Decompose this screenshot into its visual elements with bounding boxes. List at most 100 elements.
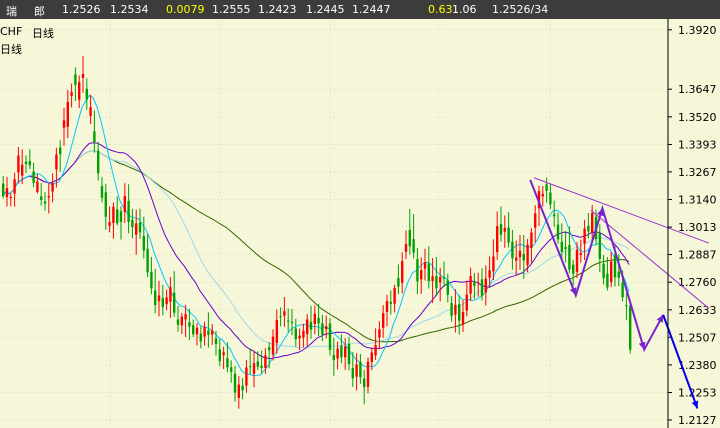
candle-body bbox=[382, 313, 385, 328]
candle-body bbox=[279, 316, 282, 318]
candle-body bbox=[503, 228, 506, 232]
candle-body bbox=[313, 313, 316, 324]
header-market_b: 郎 bbox=[34, 5, 45, 18]
candle-body bbox=[211, 330, 214, 335]
candle-body bbox=[154, 290, 157, 306]
candle-body bbox=[123, 196, 126, 212]
candle-body bbox=[408, 229, 411, 247]
candle-body bbox=[515, 257, 518, 261]
candle-body bbox=[81, 73, 85, 78]
y-tick-label: 1.3647 bbox=[678, 83, 717, 96]
y-tick-label: 1.2253 bbox=[678, 387, 717, 400]
candle-body bbox=[465, 294, 468, 311]
candle-body bbox=[161, 298, 164, 308]
candle-body bbox=[112, 206, 115, 224]
candle-body bbox=[328, 323, 332, 350]
candle-body bbox=[610, 261, 613, 283]
candle-body bbox=[298, 335, 301, 339]
indicator-label: 日线 bbox=[0, 43, 22, 56]
candle-body bbox=[549, 192, 552, 205]
candle-body bbox=[518, 250, 522, 258]
candle-body bbox=[583, 228, 586, 244]
quote-header: 瑞 郎 1.2526 1.2534 0.0079 1.2555 1.2423 1.2445 1.… bbox=[0, 0, 720, 19]
candle-body bbox=[572, 264, 575, 274]
candlestick-chart[interactable]: 1.3920 1.3647 1.3520 1.3393 1.3267 1.3140 1.30… bbox=[0, 19, 720, 428]
candle-body bbox=[613, 255, 617, 278]
candle-body bbox=[5, 188, 9, 198]
candle-body bbox=[591, 212, 594, 233]
candle-body bbox=[89, 107, 92, 116]
candle-body bbox=[55, 154, 58, 170]
candle-body bbox=[530, 232, 533, 249]
candle-body bbox=[275, 320, 278, 343]
candle-body bbox=[344, 346, 347, 358]
candle-body bbox=[24, 161, 28, 165]
candle-body bbox=[138, 222, 142, 233]
candle-body bbox=[389, 302, 392, 304]
candle-body bbox=[9, 197, 12, 199]
candle-body bbox=[256, 361, 259, 367]
y-tick-label: 1.2127 bbox=[678, 414, 717, 427]
candle-body bbox=[70, 92, 73, 96]
candle-body bbox=[355, 364, 358, 377]
candle-body bbox=[233, 373, 237, 393]
candle-body bbox=[378, 329, 381, 338]
candle-body bbox=[393, 287, 396, 304]
candle-body bbox=[104, 192, 107, 217]
candle-body bbox=[169, 287, 172, 302]
candle-body bbox=[499, 224, 503, 235]
candle-body bbox=[370, 352, 373, 363]
candle-body bbox=[629, 305, 632, 350]
candle-body bbox=[184, 314, 187, 320]
candle-body bbox=[359, 362, 362, 378]
candle-body bbox=[336, 348, 339, 359]
candle-body bbox=[366, 361, 370, 387]
candle-body bbox=[21, 164, 24, 176]
candle-body bbox=[340, 345, 343, 358]
candle-body bbox=[131, 219, 134, 228]
candle-body bbox=[62, 120, 66, 128]
header-market_a: 瑞 bbox=[6, 5, 17, 18]
period-label: 日线 bbox=[32, 27, 54, 40]
candle-body bbox=[188, 322, 191, 327]
candle-body bbox=[36, 181, 39, 192]
candle-body bbox=[47, 196, 50, 198]
candle-body bbox=[442, 277, 446, 279]
header-v5: 0.63 bbox=[428, 3, 453, 16]
candle-body bbox=[469, 276, 472, 294]
y-tick-label: 1.2887 bbox=[678, 249, 717, 262]
candle-body bbox=[176, 319, 180, 325]
candle-body bbox=[2, 183, 5, 197]
y-tick-label: 1.3267 bbox=[678, 166, 717, 179]
candle-body bbox=[108, 222, 111, 226]
candle-body bbox=[165, 297, 168, 305]
candle-body bbox=[264, 355, 267, 368]
candle-body bbox=[458, 304, 461, 321]
candle-body bbox=[100, 186, 104, 198]
candle-body bbox=[260, 365, 263, 368]
candle-body bbox=[40, 196, 43, 200]
candle-body bbox=[142, 236, 145, 251]
candle-body bbox=[180, 316, 183, 326]
candle-body bbox=[477, 282, 480, 284]
candle-body bbox=[13, 179, 16, 194]
candle-body bbox=[625, 305, 628, 307]
candle-body bbox=[116, 209, 119, 224]
candle-body bbox=[446, 280, 449, 295]
candle-body bbox=[332, 354, 335, 360]
candle-body bbox=[526, 244, 529, 266]
candle-body bbox=[214, 338, 218, 345]
symbol-label: CHF bbox=[0, 25, 23, 38]
header-change: 0.0079 bbox=[166, 3, 205, 16]
candle-body bbox=[439, 276, 442, 283]
candle-body bbox=[420, 270, 423, 280]
chart-window: 瑞 郎 1.2526 1.2534 0.0079 1.2555 1.2423 1.2445 1.… bbox=[0, 0, 720, 428]
candle-body bbox=[602, 263, 605, 279]
candle-body bbox=[617, 271, 620, 278]
candle-body bbox=[245, 367, 248, 386]
candle-body bbox=[534, 213, 537, 228]
candle-body bbox=[230, 367, 233, 372]
candle-body bbox=[237, 384, 240, 398]
candle-body bbox=[51, 182, 54, 192]
candle-body bbox=[454, 304, 457, 315]
